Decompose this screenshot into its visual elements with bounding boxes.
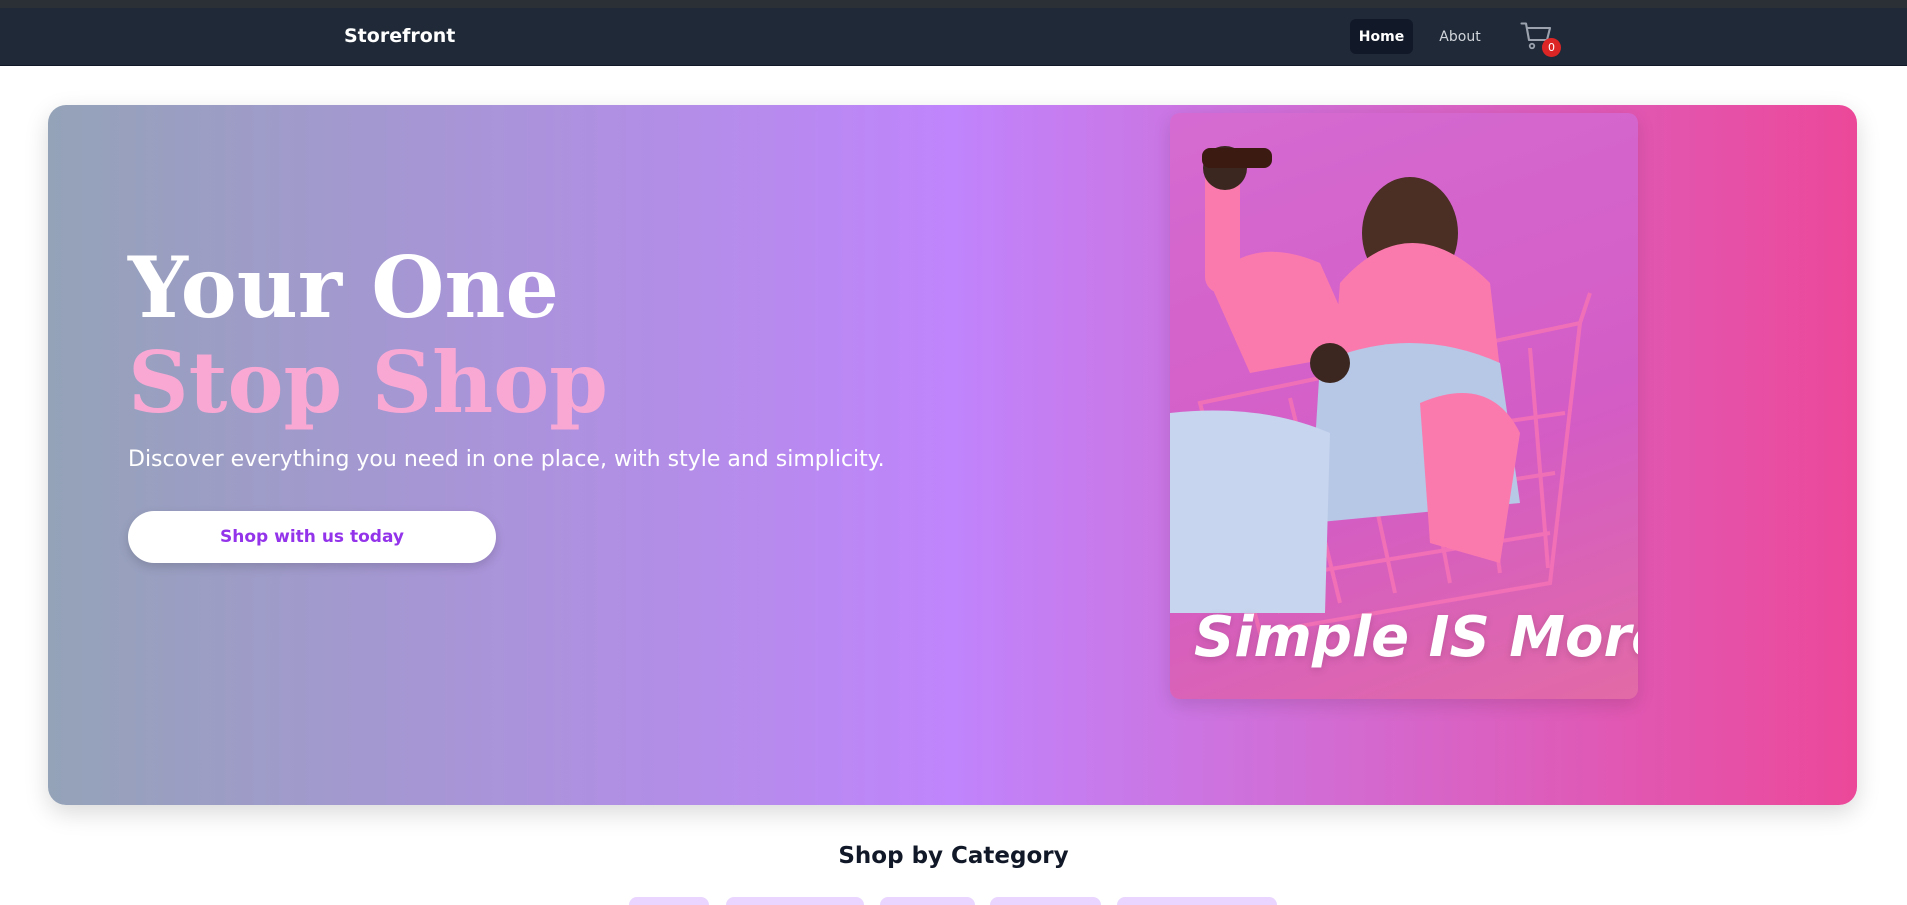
category-chips xyxy=(629,897,1279,905)
shop-by-category-title: Shop by Category xyxy=(838,843,1069,869)
hero-headline-line-1: Your One xyxy=(128,238,559,337)
brand-logo[interactable]: Storefront xyxy=(344,25,455,47)
window-top-strip xyxy=(0,0,1907,8)
category-chip[interactable] xyxy=(726,897,864,905)
category-chip[interactable] xyxy=(880,897,975,905)
shop-cta-button[interactable]: Shop with us today xyxy=(128,511,496,563)
category-chip[interactable] xyxy=(990,897,1101,905)
hero-subtitle: Discover everything you need in one plac… xyxy=(128,447,885,472)
cart-button[interactable]: 0 xyxy=(1520,19,1561,59)
hero-banner: Your One Stop Shop Discover everything y… xyxy=(48,105,1857,805)
hero-promo-image: Simple IS More xyxy=(1170,113,1638,699)
cart-count-badge: 0 xyxy=(1542,38,1561,57)
nav-about-link[interactable]: About xyxy=(1429,19,1491,54)
hero-headline-line-2: Stop Shop xyxy=(128,333,608,432)
nav-home-link[interactable]: Home xyxy=(1350,19,1413,54)
top-navbar: Storefront Home About 0 xyxy=(0,8,1907,66)
promo-tagline: Simple IS More xyxy=(1194,605,1638,670)
category-chip[interactable] xyxy=(1117,897,1277,905)
category-chip[interactable] xyxy=(629,897,709,905)
